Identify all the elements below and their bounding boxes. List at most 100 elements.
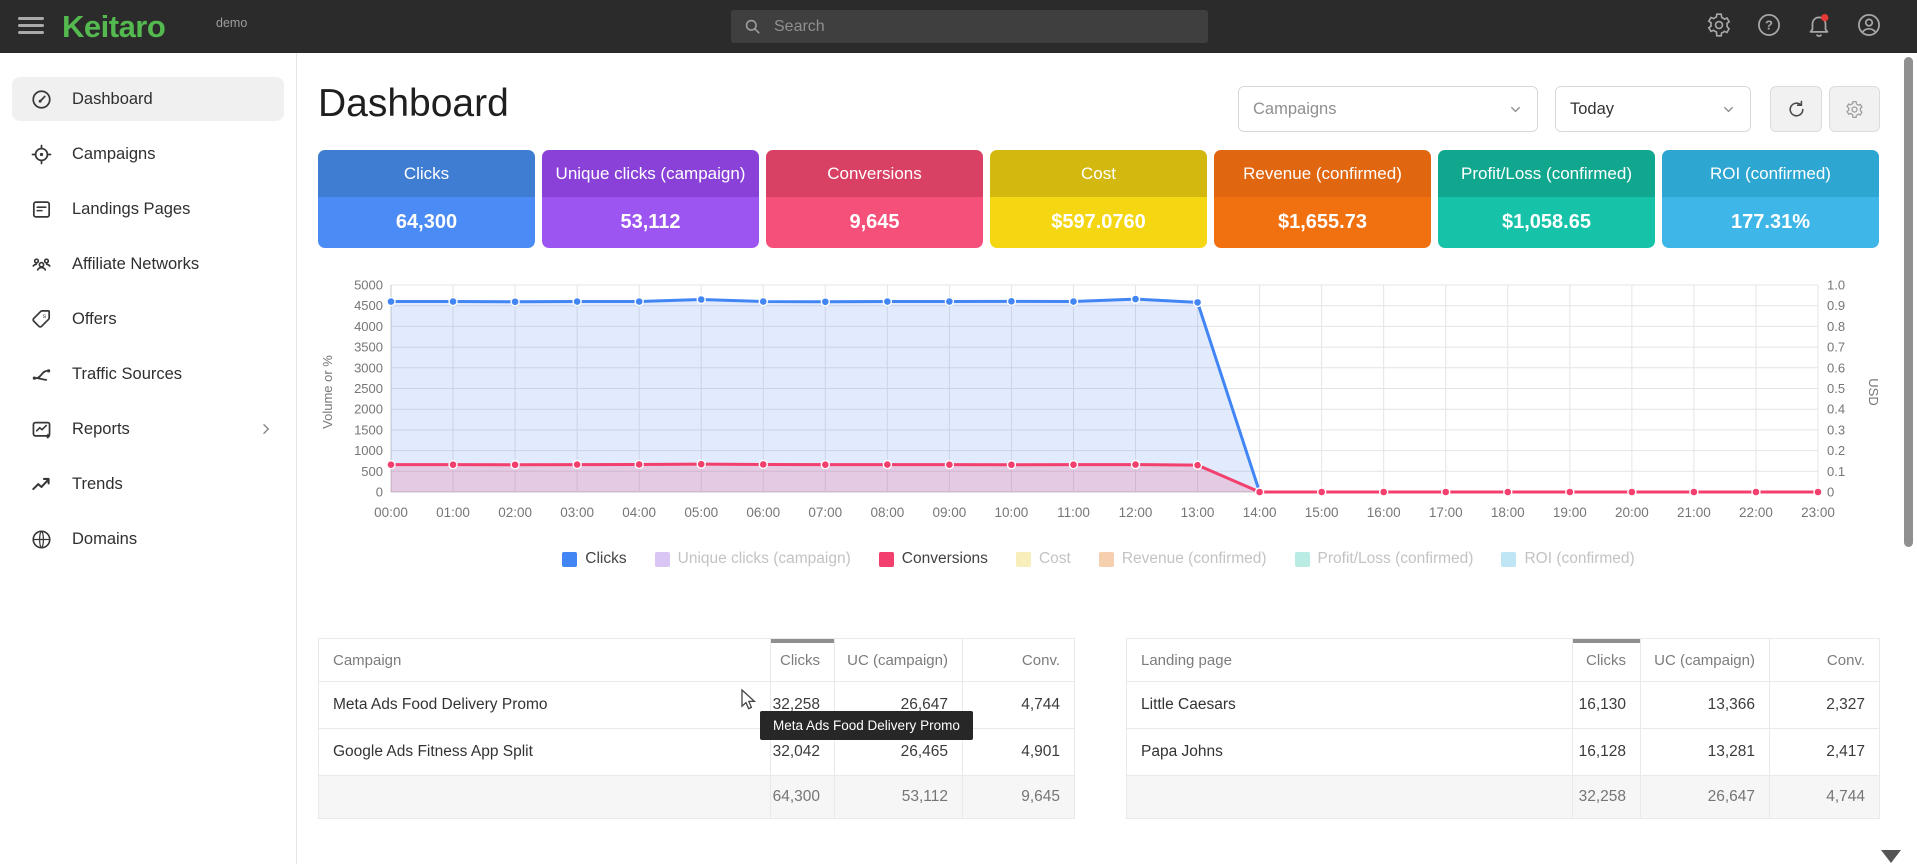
legend-swatch xyxy=(655,552,670,567)
row-name-cell[interactable]: Google Ads Fitness App Split xyxy=(319,729,771,776)
date-range-select[interactable]: Today xyxy=(1555,86,1751,132)
sidebar-item-landings-pages[interactable]: Landings Pages xyxy=(12,187,284,231)
metric-card-value: $1,058.65 xyxy=(1438,197,1655,248)
mouse-cursor xyxy=(737,688,759,717)
notifications-icon[interactable] xyxy=(1806,12,1834,40)
legend-item-roi-confirmed[interactable]: ROI (confirmed) xyxy=(1501,550,1634,568)
row-value-cell: 16,130 xyxy=(1573,682,1641,729)
sidebar-item-label: Campaigns xyxy=(72,145,155,164)
metric-card-clicks[interactable]: Clicks64,300 xyxy=(318,150,535,248)
sidebar-item-affiliate-networks[interactable]: Affiliate Networks xyxy=(12,242,284,286)
landings-pages-icon xyxy=(30,197,54,221)
column-header-uc-campaign[interactable]: UC (campaign) xyxy=(1641,639,1770,682)
table-row[interactable]: Papa Johns16,12813,2812,417 xyxy=(1127,729,1880,776)
global-search[interactable] xyxy=(731,10,1208,43)
legend-swatch xyxy=(879,552,894,567)
legend-label: Cost xyxy=(1039,550,1071,568)
totals-row: 32,25826,6474,744 xyxy=(1127,776,1880,819)
legend-item-profit-loss-confirmed[interactable]: Profit/Loss (confirmed) xyxy=(1295,550,1474,568)
help-icon[interactable]: ? xyxy=(1756,12,1784,40)
column-header-uc-campaign[interactable]: UC (campaign) xyxy=(835,639,963,682)
svg-text:s: s xyxy=(43,312,47,319)
metric-card-label: ROI (confirmed) xyxy=(1662,150,1879,197)
column-header-campaign[interactable]: Campaign xyxy=(319,639,771,682)
settings-icon[interactable] xyxy=(1706,12,1734,40)
chevron-down-icon xyxy=(1508,102,1523,117)
metric-card-conversions[interactable]: Conversions9,645 xyxy=(766,150,983,248)
hamburger-menu-icon[interactable] xyxy=(18,17,44,37)
svg-text:13:00: 13:00 xyxy=(1181,505,1215,520)
svg-text:15:00: 15:00 xyxy=(1305,505,1339,520)
search-input[interactable] xyxy=(772,17,1208,37)
column-header-conv[interactable]: Conv. xyxy=(963,639,1075,682)
svg-text:03:00: 03:00 xyxy=(560,505,594,520)
column-header-conv[interactable]: Conv. xyxy=(1770,639,1880,682)
row-tooltip: Meta Ads Food Delivery Promo xyxy=(760,711,973,740)
metric-card-roi-confirmed[interactable]: ROI (confirmed)177.31% xyxy=(1662,150,1879,248)
keitaro-logo[interactable]: Keitaro xyxy=(62,9,165,45)
sidebar-item-reports[interactable]: Reports xyxy=(12,407,284,451)
legend-item-unique-clicks-campaign[interactable]: Unique clicks (campaign) xyxy=(655,550,851,568)
reports-icon xyxy=(30,417,54,441)
svg-text:4000: 4000 xyxy=(354,319,383,334)
row-value-cell: 16,128 xyxy=(1573,729,1641,776)
metric-card-unique-clicks-campaign[interactable]: Unique clicks (campaign)53,112 xyxy=(542,150,759,248)
legend-item-cost[interactable]: Cost xyxy=(1016,550,1071,568)
campaigns-filter-select[interactable]: Campaigns xyxy=(1238,86,1538,132)
metric-card-cost[interactable]: Cost$597.0760 xyxy=(990,150,1207,248)
legend-swatch xyxy=(1016,552,1031,567)
legend-item-conversions[interactable]: Conversions xyxy=(879,550,988,568)
search-icon xyxy=(743,17,762,36)
totals-row: 64,30053,1129,645 xyxy=(319,776,1075,819)
svg-text:21:00: 21:00 xyxy=(1677,505,1711,520)
sidebar-item-label: Traffic Sources xyxy=(72,365,182,384)
metric-card-value: $597.0760 xyxy=(990,197,1207,248)
refresh-button[interactable] xyxy=(1770,86,1822,132)
metric-card-label: Cost xyxy=(990,150,1207,197)
metric-card-revenue-confirmed[interactable]: Revenue (confirmed)$1,655.73 xyxy=(1214,150,1431,248)
column-header-clicks[interactable]: Clicks xyxy=(771,639,835,682)
account-icon[interactable] xyxy=(1856,12,1884,40)
metric-card-label: Clicks xyxy=(318,150,535,197)
scrollbar-thumb[interactable] xyxy=(1904,57,1913,547)
metric-card-profit-loss-confirmed[interactable]: Profit/Loss (confirmed)$1,058.65 xyxy=(1438,150,1655,248)
row-name-cell[interactable]: Little Caesars xyxy=(1127,682,1573,729)
sidebar-item-trends[interactable]: Trends xyxy=(12,462,284,506)
dashboard-settings-button[interactable] xyxy=(1829,86,1880,132)
svg-text:0.1: 0.1 xyxy=(1827,464,1845,479)
svg-text:16:00: 16:00 xyxy=(1367,505,1401,520)
svg-text:1500: 1500 xyxy=(354,422,383,437)
svg-text:3000: 3000 xyxy=(354,360,383,375)
legend-item-clicks[interactable]: Clicks xyxy=(562,550,626,568)
svg-text:05:00: 05:00 xyxy=(684,505,718,520)
sidebar-item-label: Affiliate Networks xyxy=(72,255,199,274)
sidebar-item-campaigns[interactable]: Campaigns xyxy=(12,132,284,176)
notification-dot xyxy=(1821,14,1828,21)
row-name-cell[interactable]: Meta Ads Food Delivery Promo xyxy=(319,682,771,729)
legend-item-revenue-confirmed[interactable]: Revenue (confirmed) xyxy=(1099,550,1267,568)
dashboard-icon xyxy=(30,87,54,111)
svg-text:23:00: 23:00 xyxy=(1801,505,1835,520)
svg-text:0.9: 0.9 xyxy=(1827,298,1845,313)
sidebar-item-offers[interactable]: sOffers xyxy=(12,297,284,341)
metric-card-label: Unique clicks (campaign) xyxy=(542,150,759,197)
offers-icon: s xyxy=(30,307,54,331)
metric-card-value: 53,112 xyxy=(542,197,759,248)
table-row[interactable]: Little Caesars16,13013,3662,327 xyxy=(1127,682,1880,729)
sidebar-item-domains[interactable]: Domains xyxy=(12,517,284,561)
dashboard-chart[interactable]: 0500100015002000250030003500400045005000… xyxy=(318,272,1879,532)
sidebar-item-traffic-sources[interactable]: Traffic Sources xyxy=(12,352,284,396)
svg-text:2500: 2500 xyxy=(354,381,383,396)
scroll-down-indicator xyxy=(1881,850,1901,863)
totals-value-cell: 64,300 xyxy=(771,776,835,819)
legend-swatch xyxy=(1501,552,1516,567)
sidebar-item-label: Trends xyxy=(72,475,123,494)
sidebar-item-label: Reports xyxy=(72,420,130,439)
row-value-cell: 2,327 xyxy=(1770,682,1880,729)
column-header-landing-page[interactable]: Landing page xyxy=(1127,639,1573,682)
row-name-cell[interactable]: Papa Johns xyxy=(1127,729,1573,776)
column-header-clicks[interactable]: Clicks xyxy=(1573,639,1641,682)
sidebar-item-dashboard[interactable]: Dashboard xyxy=(12,77,284,121)
legend-label: Clicks xyxy=(585,550,626,568)
svg-text:4500: 4500 xyxy=(354,298,383,313)
